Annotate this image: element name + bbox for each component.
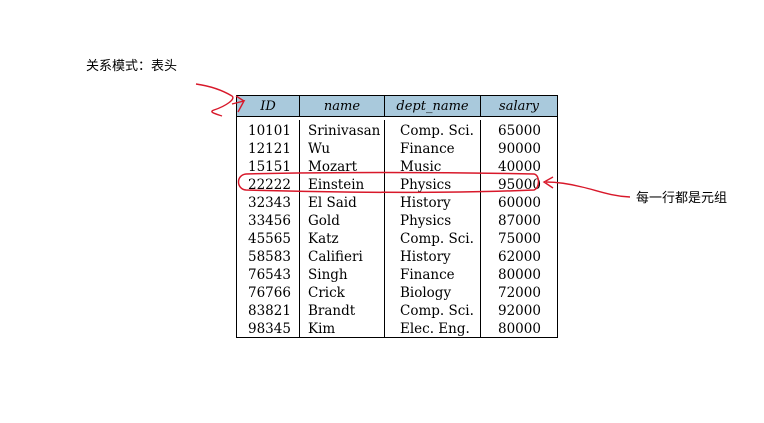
cell-dept-name: Comp. Sci. [400,303,474,319]
cell-id: 58583 [248,249,291,265]
cell-salary: 92000 [498,303,541,319]
cell-salary: 62000 [498,249,541,265]
cell-id: 98345 [248,321,291,337]
cell-name: Mozart [308,159,357,175]
column-header-salary: salary [499,98,539,114]
cell-id: 22222 [248,177,291,193]
cell-salary: 90000 [498,141,541,157]
cell-name: Brandt [308,303,356,319]
cell-salary: 95000 [498,177,541,193]
cell-salary: 65000 [498,123,541,139]
cell-id: 12121 [248,141,291,157]
cell-id: 76766 [248,285,291,301]
cell-dept-name: Biology [400,285,452,301]
cell-id: 32343 [248,195,291,211]
cell-name: Crick [308,285,345,301]
header-arrow-icon [195,83,234,117]
cell-id: 45565 [248,231,291,247]
cell-name: Wu [308,141,331,157]
cell-name: Kim [308,321,336,337]
cell-name: El Said [308,195,357,211]
cell-name: Srinivasan [308,123,381,139]
cell-salary: 87000 [498,213,541,229]
column-header-id: ID [237,96,300,116]
cell-dept-name: Physics [400,177,452,193]
column-header-dept-name: dept_name [385,96,481,116]
cell-name: Katz [308,231,339,247]
cell-salary: 60000 [498,195,541,211]
cell-id: 15151 [248,159,291,175]
cell-salary: 80000 [498,321,541,337]
cell-dept-name: Music [400,159,442,175]
cell-salary: 80000 [498,267,541,283]
cell-id: 33456 [248,213,291,229]
cell-dept-name: Comp. Sci. [400,123,474,139]
cell-salary: 72000 [498,285,541,301]
cell-salary: 40000 [498,159,541,175]
row-arrow-icon [545,181,631,198]
cell-name: Gold [308,213,340,229]
cell-dept-name: Comp. Sci. [400,231,474,247]
cell-dept-name: Physics [400,213,452,229]
cell-dept-name: Finance [400,141,455,157]
cell-name: Einstein [308,177,365,193]
instructor-table: ID name dept_name salary 10101 12121 15151… [236,95,558,338]
column-dept-name: Comp. Sci. Finance Music Physics History Phys… [385,120,481,337]
cell-dept-name: History [400,249,451,265]
column-name: Srinivasan Wu Mozart Einstein El Said Gold Kat… [300,120,385,337]
row-annotation: 每一行都是元组 [636,191,728,206]
cell-id: 76543 [248,267,291,283]
column-header-name: name [300,96,385,116]
table-header: ID name dept_name salary [237,96,557,117]
table-body: 10101 12121 15151 22222 32343 33456 45565 58583… [237,120,557,337]
cell-name: Singh [308,267,348,283]
column-id: 10101 12121 15151 22222 32343 33456 45565 58583… [237,120,300,337]
cell-dept-name: Finance [400,267,455,283]
cell-salary: 75000 [498,231,541,247]
cell-id: 10101 [248,123,291,139]
header-annotation: 关系模式：表头 [86,59,178,74]
column-salary: 65000 90000 40000 95000 60000 87000 75000 62000… [481,120,557,337]
cell-id: 83821 [248,303,291,319]
cell-dept-name: Elec. Eng. [400,321,470,337]
cell-name: Califieri [308,249,363,265]
cell-dept-name: History [400,195,451,211]
